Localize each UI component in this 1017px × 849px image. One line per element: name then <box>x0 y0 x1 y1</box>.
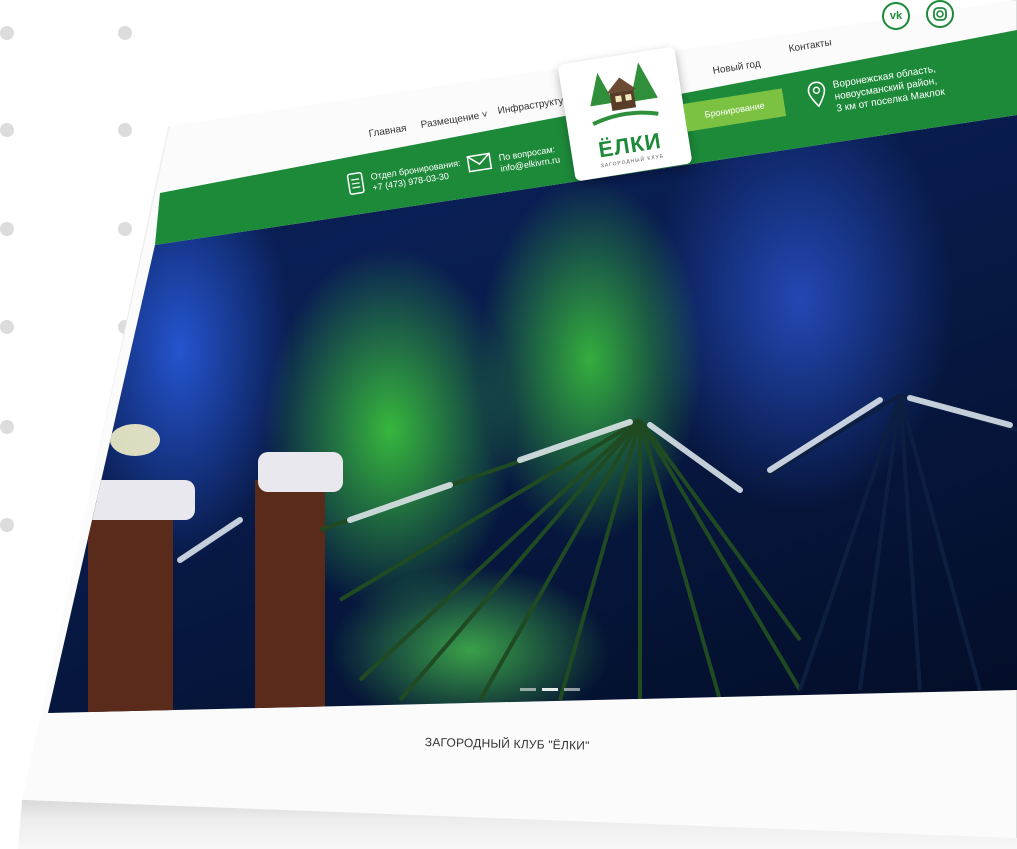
nav-item-home[interactable]: Главная <box>368 123 407 140</box>
laptop-mockup: Главная Размещение ˅ Инфраструктура ˅ Но… <box>0 0 1017 849</box>
site-logo[interactable]: ЁЛКИ ЗАГОРОДНЫЙ КЛУБ <box>557 46 693 182</box>
slider-dot-active[interactable] <box>542 688 558 691</box>
nav-item-accommodation[interactable]: Размещение ˅ <box>420 109 489 130</box>
main-navigation: Главная Размещение ˅ Инфраструктура ˅ Но… <box>0 0 1017 849</box>
vk-icon[interactable]: vk <box>882 2 910 30</box>
nav-item-contacts[interactable]: Контакты <box>788 37 832 55</box>
nav-item-new-year[interactable]: Новый год <box>712 58 761 76</box>
fir-tree-house-icon <box>590 62 659 126</box>
slider-dot[interactable] <box>564 688 580 691</box>
slider-dot[interactable] <box>520 688 536 691</box>
mail-icon <box>466 152 493 173</box>
instagram-icon[interactable] <box>926 0 954 28</box>
location-pin-icon <box>807 81 826 108</box>
phone-book-icon <box>346 172 365 195</box>
